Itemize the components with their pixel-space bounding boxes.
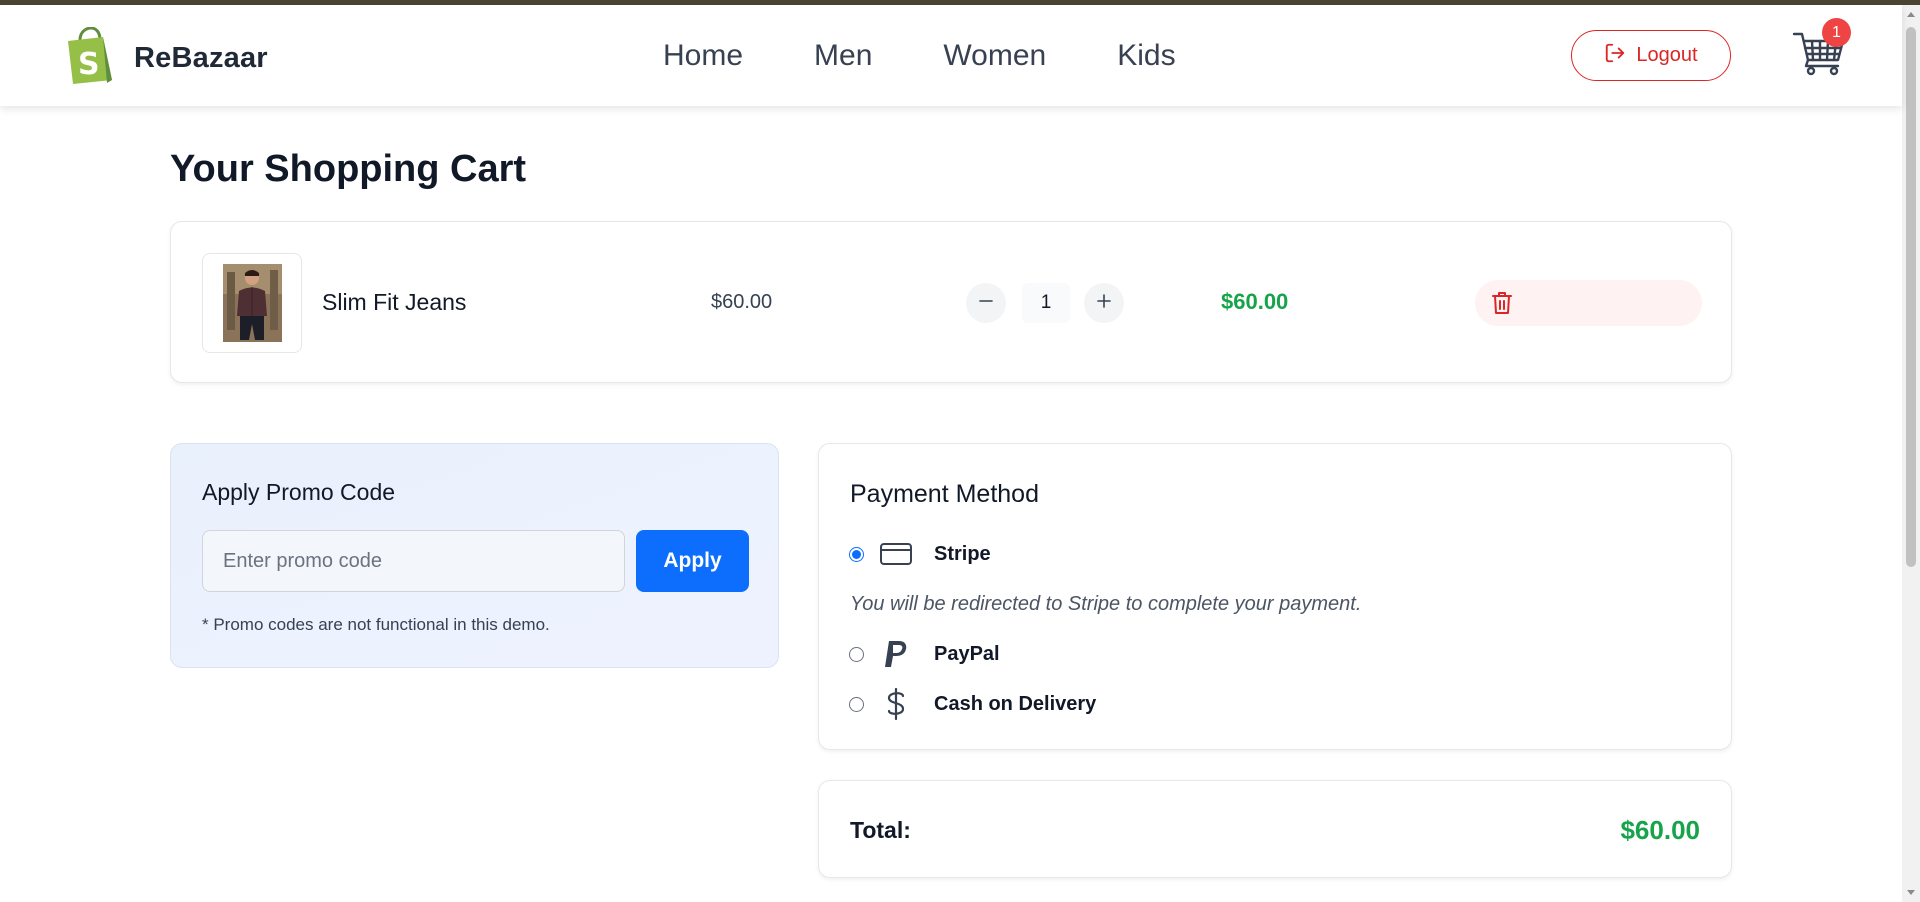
nav-link-kids[interactable]: Kids xyxy=(1117,39,1175,73)
promo-note: * Promo codes are not functional in this… xyxy=(202,615,550,634)
payment-option-cod[interactable]: Cash on Delivery xyxy=(849,688,1096,720)
quantity-value: 1 xyxy=(1022,283,1070,323)
shopping-cart-icon xyxy=(1792,32,1846,80)
main-nav: Home Men Women Kids xyxy=(663,39,1247,73)
logout-icon xyxy=(1604,42,1626,70)
cod-label: Cash on Delivery xyxy=(934,692,1097,715)
paypal-icon xyxy=(878,640,914,668)
brand-name: ReBazaar xyxy=(134,42,268,74)
promo-code-card: Apply Promo Code Apply * Promo codes are… xyxy=(170,443,779,668)
credit-card-icon xyxy=(878,542,914,566)
product-photo xyxy=(222,264,282,342)
cart-item-card: Slim Fit Jeans $60.00 1 $60.00 xyxy=(170,221,1732,383)
svg-text:S: S xyxy=(78,47,100,82)
total-value: $60.00 xyxy=(1620,815,1700,845)
navbar: S ReBazaar Home Men Women Kids Logout 1 xyxy=(0,5,1902,106)
nav-link-men[interactable]: Men xyxy=(814,39,872,73)
paypal-radio[interactable] xyxy=(849,646,864,662)
logout-label: Logout xyxy=(1636,44,1698,66)
stripe-redirect-note: You will be redirected to Stripe to comp… xyxy=(850,593,1362,615)
item-name: Slim Fit Jeans xyxy=(322,289,467,315)
total-label: Total: xyxy=(850,817,911,843)
promo-code-input[interactable] xyxy=(202,530,625,592)
paypal-label: PayPal xyxy=(934,642,1000,665)
scroll-down-icon[interactable] xyxy=(1907,890,1915,895)
payment-method-card: Payment Method Stripe You will be redire… xyxy=(818,443,1732,750)
apply-promo-button[interactable]: Apply xyxy=(636,530,749,592)
logout-button[interactable]: Logout xyxy=(1571,30,1731,81)
nav-link-home[interactable]: Home xyxy=(663,39,743,73)
item-subtotal: $60.00 xyxy=(1221,289,1289,314)
page-title: Your Shopping Cart xyxy=(170,148,527,190)
trash-icon xyxy=(1490,290,1514,321)
scroll-thumb[interactable] xyxy=(1906,27,1916,567)
promo-title: Apply Promo Code xyxy=(202,479,396,505)
order-total-card: Total: $60.00 xyxy=(818,780,1732,878)
minus-icon xyxy=(978,293,994,314)
item-unit-price: $60.00 xyxy=(711,291,773,313)
decrease-quantity-button[interactable] xyxy=(966,283,1006,323)
dollar-icon xyxy=(878,688,914,720)
brand[interactable]: S ReBazaar xyxy=(63,26,268,90)
remove-item-button[interactable] xyxy=(1475,280,1702,326)
scroll-up-icon[interactable] xyxy=(1907,12,1915,17)
cod-radio[interactable] xyxy=(849,696,864,712)
payment-option-stripe[interactable]: Stripe xyxy=(849,538,991,570)
page-scrollbar[interactable] xyxy=(1902,5,1920,902)
stripe-label: Stripe xyxy=(934,542,991,565)
stripe-radio[interactable] xyxy=(849,546,864,562)
payment-title: Payment Method xyxy=(850,480,1039,508)
shopify-bag-icon: S xyxy=(63,26,116,90)
nav-link-women[interactable]: Women xyxy=(943,39,1046,73)
plus-icon xyxy=(1096,293,1112,314)
payment-option-paypal[interactable]: PayPal xyxy=(849,638,1000,670)
product-thumbnail[interactable] xyxy=(202,253,302,353)
increase-quantity-button[interactable] xyxy=(1084,283,1124,323)
cart-count-badge: 1 xyxy=(1822,18,1851,47)
